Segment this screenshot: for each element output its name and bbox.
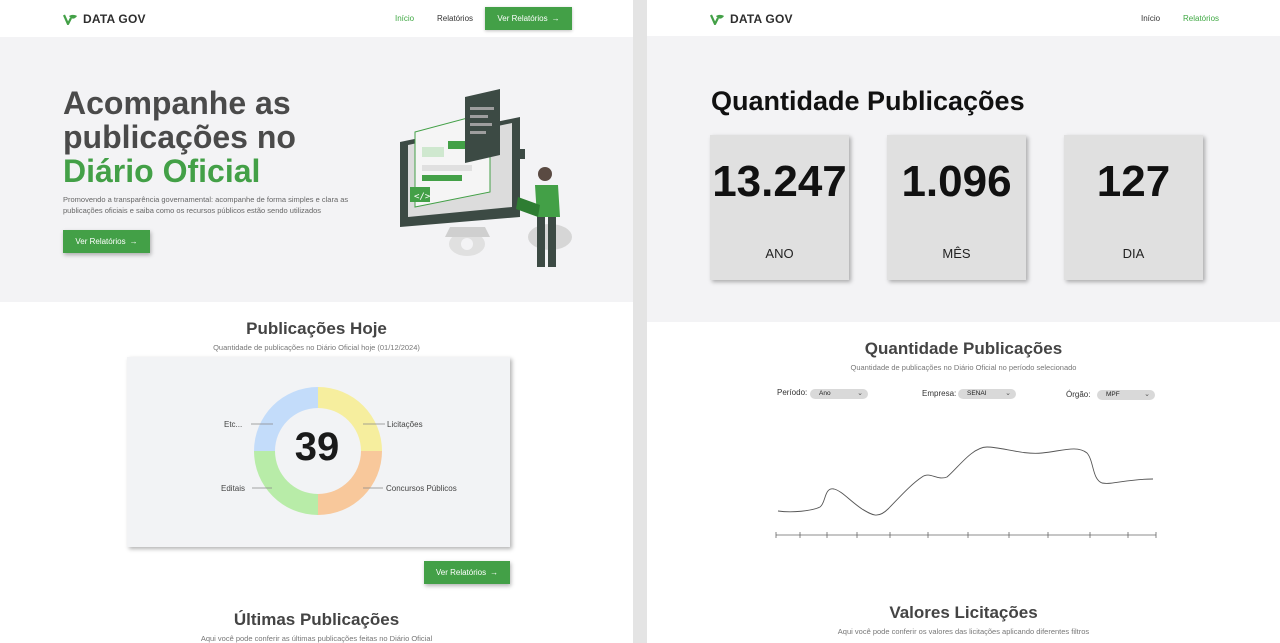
chart-section-title: Quantidade Publicações xyxy=(864,339,1063,358)
arrow-right-icon: → xyxy=(490,568,499,577)
publications-line-chart xyxy=(775,446,1157,538)
stat-value: 127 xyxy=(1096,157,1171,206)
brand-name: DATA GOV xyxy=(83,12,146,26)
stat-card-ano: 13.247 ANO xyxy=(710,135,849,280)
stat-label: DIA xyxy=(1122,246,1145,261)
top-navbar: DATA GOV Início Relatórios xyxy=(647,0,1280,37)
hero-title-line2: publicações no xyxy=(63,119,296,155)
filter-label-periodo: Período: xyxy=(777,388,808,397)
chevron-down-icon: ⌄ xyxy=(857,390,863,397)
nav-ver-relatorios-button[interactable]: Ver Relatórios → xyxy=(485,7,572,30)
stats-hero-section: Quantidade Publicações 13.247 ANO 1.096 … xyxy=(647,36,1280,322)
stat-label: MÊS xyxy=(942,246,971,261)
nav-link-relatorios[interactable]: Relatórios xyxy=(437,14,473,23)
filter-label-orgao: Órgão: xyxy=(1066,390,1091,399)
hero-subtitle: Promovendo a transparência governamental… xyxy=(63,195,349,215)
filter-select-periodo[interactable]: Ano ⌄ xyxy=(810,389,868,399)
stat-value: 1.096 xyxy=(901,157,1012,206)
today-ver-relatorios-button[interactable]: Ver Relatórios → xyxy=(424,561,510,584)
today-button-label: Ver Relatórios xyxy=(435,568,487,577)
donut-label-licitacoes: Licitações xyxy=(387,420,423,429)
hero-section: Acompanhe as publicações no Diário Ofici… xyxy=(0,37,633,302)
latest-section-subtitle: Aqui você pode conferir as últimas publi… xyxy=(200,634,433,643)
svg-text:</>: </> xyxy=(414,192,431,202)
home-page-panel: DATA GOV Início Relatórios Ver Relatório… xyxy=(0,0,633,643)
nav-link-inicio[interactable]: Início xyxy=(1141,14,1160,23)
today-donut-card: 39 Licitações Concursos Públicos Editais… xyxy=(127,357,510,547)
donut-total: 39 xyxy=(294,425,340,469)
brand-name: DATA GOV xyxy=(730,12,793,26)
arrow-right-icon: → xyxy=(129,237,138,246)
chart-section-subtitle: Quantidade de publicações no Diário Ofic… xyxy=(850,363,1077,372)
developer-computer-illustration: </> xyxy=(400,89,572,267)
today-section-title: Publicações Hoje xyxy=(246,319,387,338)
brand-logo-icon xyxy=(710,14,724,25)
stats-title: Quantidade Publicações xyxy=(711,86,1025,116)
logo[interactable]: DATA GOV xyxy=(710,12,793,26)
logo[interactable]: DATA GOV xyxy=(63,12,146,26)
filter-value: MPF xyxy=(1106,391,1120,398)
hero-title: Acompanhe as publicações no Diário Ofici… xyxy=(63,86,296,188)
line-series xyxy=(777,446,1154,516)
filter-value: SENAI xyxy=(967,390,987,397)
hero-ver-relatorios-button[interactable]: Ver Relatórios → xyxy=(63,230,150,253)
latest-section-title: Últimas Publicações xyxy=(233,610,400,629)
arrow-right-icon: → xyxy=(551,14,560,23)
filter-select-orgao[interactable]: MPF ⌄ xyxy=(1097,390,1155,400)
filter-value: Ano xyxy=(819,390,831,397)
donut-label-editais: Editais xyxy=(221,484,246,493)
stat-label: ANO xyxy=(765,246,794,261)
nav-link-relatorios[interactable]: Relatórios xyxy=(1183,14,1219,23)
donut-label-concursos: Concursos Públicos xyxy=(386,484,457,493)
stat-value: 13.247 xyxy=(712,157,847,206)
top-navbar: DATA GOV Início Relatórios Ver Relatório… xyxy=(0,0,633,37)
hero-title-line1: Acompanhe as xyxy=(63,85,291,121)
values-section-title: Valores Licitações xyxy=(889,603,1038,622)
chevron-down-icon: ⌄ xyxy=(1005,390,1011,397)
stat-card-dia: 127 DIA xyxy=(1064,135,1203,280)
reports-page-panel: DATA GOV Início Relatórios Quantidade Pu… xyxy=(647,0,1280,643)
nav-button-label: Ver Relatórios xyxy=(497,14,548,23)
nav-link-inicio[interactable]: Início xyxy=(395,14,414,23)
filter-select-empresa[interactable]: SENAI ⌄ xyxy=(958,389,1016,399)
brand-logo-icon xyxy=(63,14,77,25)
today-section-subtitle: Quantidade de publicações no Diário Ofic… xyxy=(213,343,420,352)
hero-button-label: Ver Relatórios xyxy=(75,237,126,246)
stat-card-mes: 1.096 MÊS xyxy=(887,135,1026,280)
chevron-down-icon: ⌄ xyxy=(1144,391,1150,398)
donut-label-etc: Etc... xyxy=(224,420,243,429)
filter-label-empresa: Empresa: xyxy=(922,389,957,398)
panel-divider xyxy=(633,0,647,643)
hero-title-highlight: Diário Oficial xyxy=(63,153,261,189)
values-section-subtitle: Aqui você pode conferir os valores das l… xyxy=(837,627,1090,636)
